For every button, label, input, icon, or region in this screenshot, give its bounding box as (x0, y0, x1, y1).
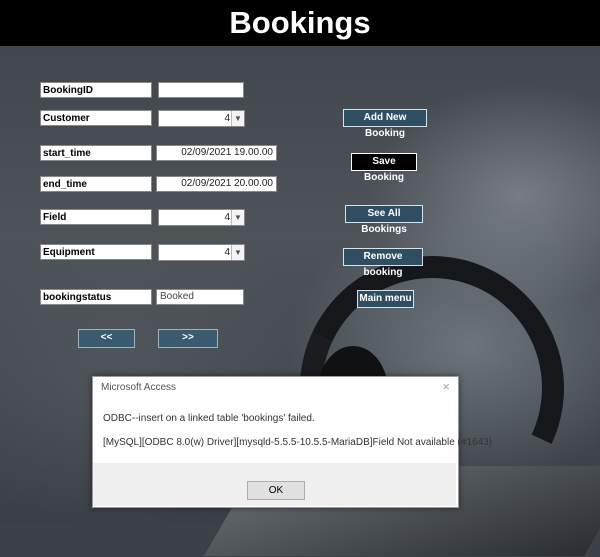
booking-id-field[interactable] (158, 82, 244, 98)
save-booking-button[interactable]: Save Booking (351, 153, 417, 183)
see-all-bookings-button[interactable]: See All Bookings (345, 205, 423, 235)
end-time-label: end_time (40, 176, 152, 192)
field-value: 4 (224, 212, 230, 223)
field-combo[interactable]: 4 ▼ (158, 209, 245, 226)
main-menu-button[interactable]: Main menu (357, 290, 414, 308)
booking-status-label: bookingstatus (40, 289, 152, 305)
customer-value: 4 (224, 113, 230, 124)
next-record-button[interactable]: >> (158, 329, 218, 348)
page-title: Bookings (229, 5, 371, 40)
remove-booking-button[interactable]: Remove booking (343, 248, 423, 278)
equipment-label: Equipment (40, 244, 152, 260)
close-icon[interactable]: × (442, 379, 450, 394)
customer-label: Customer (40, 110, 152, 126)
start-time-field[interactable]: 02/09/2021 19.00.00 (156, 145, 277, 161)
previous-record-button[interactable]: << (78, 329, 135, 348)
dialog-message-detail: [MySQL][ODBC 8.0(w) Driver][mysqld-5.5.5… (103, 437, 493, 448)
dialog-message-primary: ODBC--insert on a linked table 'bookings… (103, 413, 315, 424)
dialog-title: Microsoft Access (101, 382, 177, 393)
equipment-value: 4 (224, 247, 230, 258)
customer-combo[interactable]: 4 ▼ (158, 110, 245, 127)
error-dialog: Microsoft Access × ODBC--insert on a lin… (92, 376, 492, 508)
start-time-label: start_time (40, 145, 152, 161)
add-new-booking-button[interactable]: Add New Booking (343, 109, 427, 139)
chevron-down-icon[interactable]: ▼ (231, 245, 244, 260)
end-time-field[interactable]: 02/09/2021 20.00.00 (156, 176, 277, 192)
equipment-combo[interactable]: 4 ▼ (158, 244, 245, 261)
field-label: Field (40, 209, 152, 225)
ok-button[interactable]: OK (247, 481, 305, 500)
booking-id-label: BookingID (40, 82, 152, 98)
chevron-down-icon[interactable]: ▼ (231, 210, 244, 225)
chevron-down-icon[interactable]: ▼ (231, 111, 244, 126)
booking-status-field[interactable]: Booked (156, 289, 244, 305)
